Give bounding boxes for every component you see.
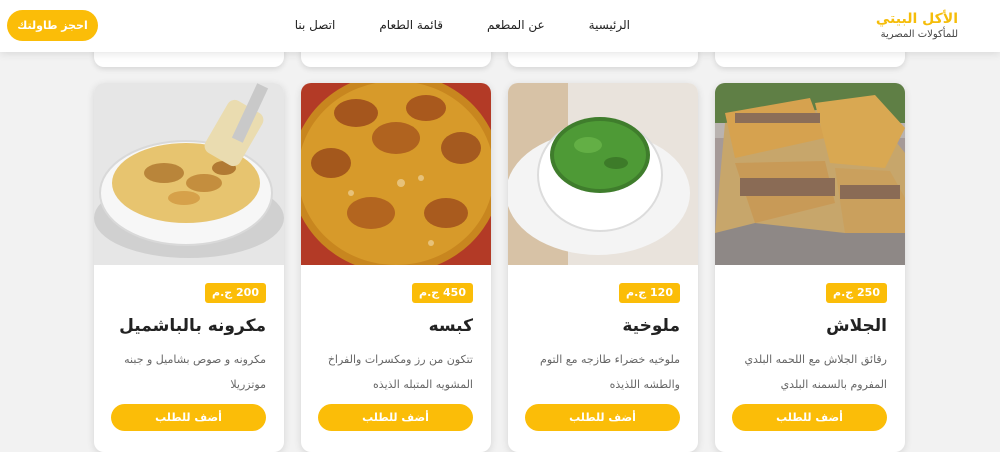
add-to-order-button[interactable]: أضف للطلب bbox=[732, 404, 887, 431]
reserve-table-button[interactable]: احجز طاولتك bbox=[7, 10, 98, 41]
dish-image-macaroni-bechamel bbox=[94, 83, 284, 265]
brand-tagline: للمأكولات المصرية bbox=[880, 29, 958, 40]
price-badge: 250 ج.م bbox=[826, 283, 887, 303]
main-nav: الرئيسية عن المطعم قائمة الطعام اتصل بنا bbox=[295, 17, 630, 33]
dish-description: تتكون من رز ومكسرات والفراخ المشويه المت… bbox=[327, 353, 473, 391]
price-badge: 200 ج.م bbox=[205, 283, 266, 303]
dish-title: ملوخية bbox=[622, 316, 680, 336]
dish-description: رقائق الجلاش مع اللحمه البلدي المفروم با… bbox=[744, 353, 887, 391]
price-badge: 450 ج.م bbox=[412, 283, 473, 303]
dish-image-molokhia bbox=[508, 83, 698, 265]
dish-title: كبسه bbox=[428, 316, 473, 336]
menu-card-kabsa: 450 ج.م كبسه تتكون من رز ومكسرات والفراخ… bbox=[301, 83, 491, 452]
menu-card-galash: 250 ج.م الجلاش رقائق الجلاش مع اللحمه ال… bbox=[715, 83, 905, 452]
page: الأكل البيتي للمأكولات المصرية الرئيسية … bbox=[0, 0, 1000, 452]
dish-title: الجلاش bbox=[826, 316, 887, 336]
dish-description: ملوخيه خضراء طازجه مع التوم والطشه اللذي… bbox=[540, 353, 680, 391]
nav-about[interactable]: عن المطعم bbox=[487, 17, 545, 33]
menu-card-macaroni-bechamel: 200 ج.م مكرونه بالباشميل مكرونه و صوص بش… bbox=[94, 83, 284, 452]
brand-logo[interactable]: الأكل البيتي للمأكولات المصرية bbox=[876, 10, 958, 42]
nav-contact[interactable]: اتصل بنا bbox=[295, 17, 336, 33]
brand-name: الأكل البيتي bbox=[875, 11, 958, 27]
price-badge: 120 ج.م bbox=[619, 283, 680, 303]
add-to-order-button[interactable]: أضف للطلب bbox=[318, 404, 473, 431]
nav-home[interactable]: الرئيسية bbox=[589, 17, 630, 33]
dish-title: مكرونه بالباشميل bbox=[119, 316, 266, 336]
add-to-order-button[interactable]: أضف للطلب bbox=[525, 404, 680, 431]
nav-menu[interactable]: قائمة الطعام bbox=[379, 17, 443, 33]
dish-image-galash bbox=[715, 83, 905, 265]
add-to-order-button[interactable]: أضف للطلب bbox=[111, 404, 266, 431]
menu-card-molokhia: 120 ج.م ملوخية ملوخيه خضراء طازجه مع الت… bbox=[508, 83, 698, 452]
site-header: الأكل البيتي للمأكولات المصرية الرئيسية … bbox=[0, 0, 1000, 52]
dish-description: مكرونه و صوص بشاميل و جبنه موتزريلا bbox=[124, 353, 266, 391]
dish-image-kabsa bbox=[301, 83, 491, 265]
